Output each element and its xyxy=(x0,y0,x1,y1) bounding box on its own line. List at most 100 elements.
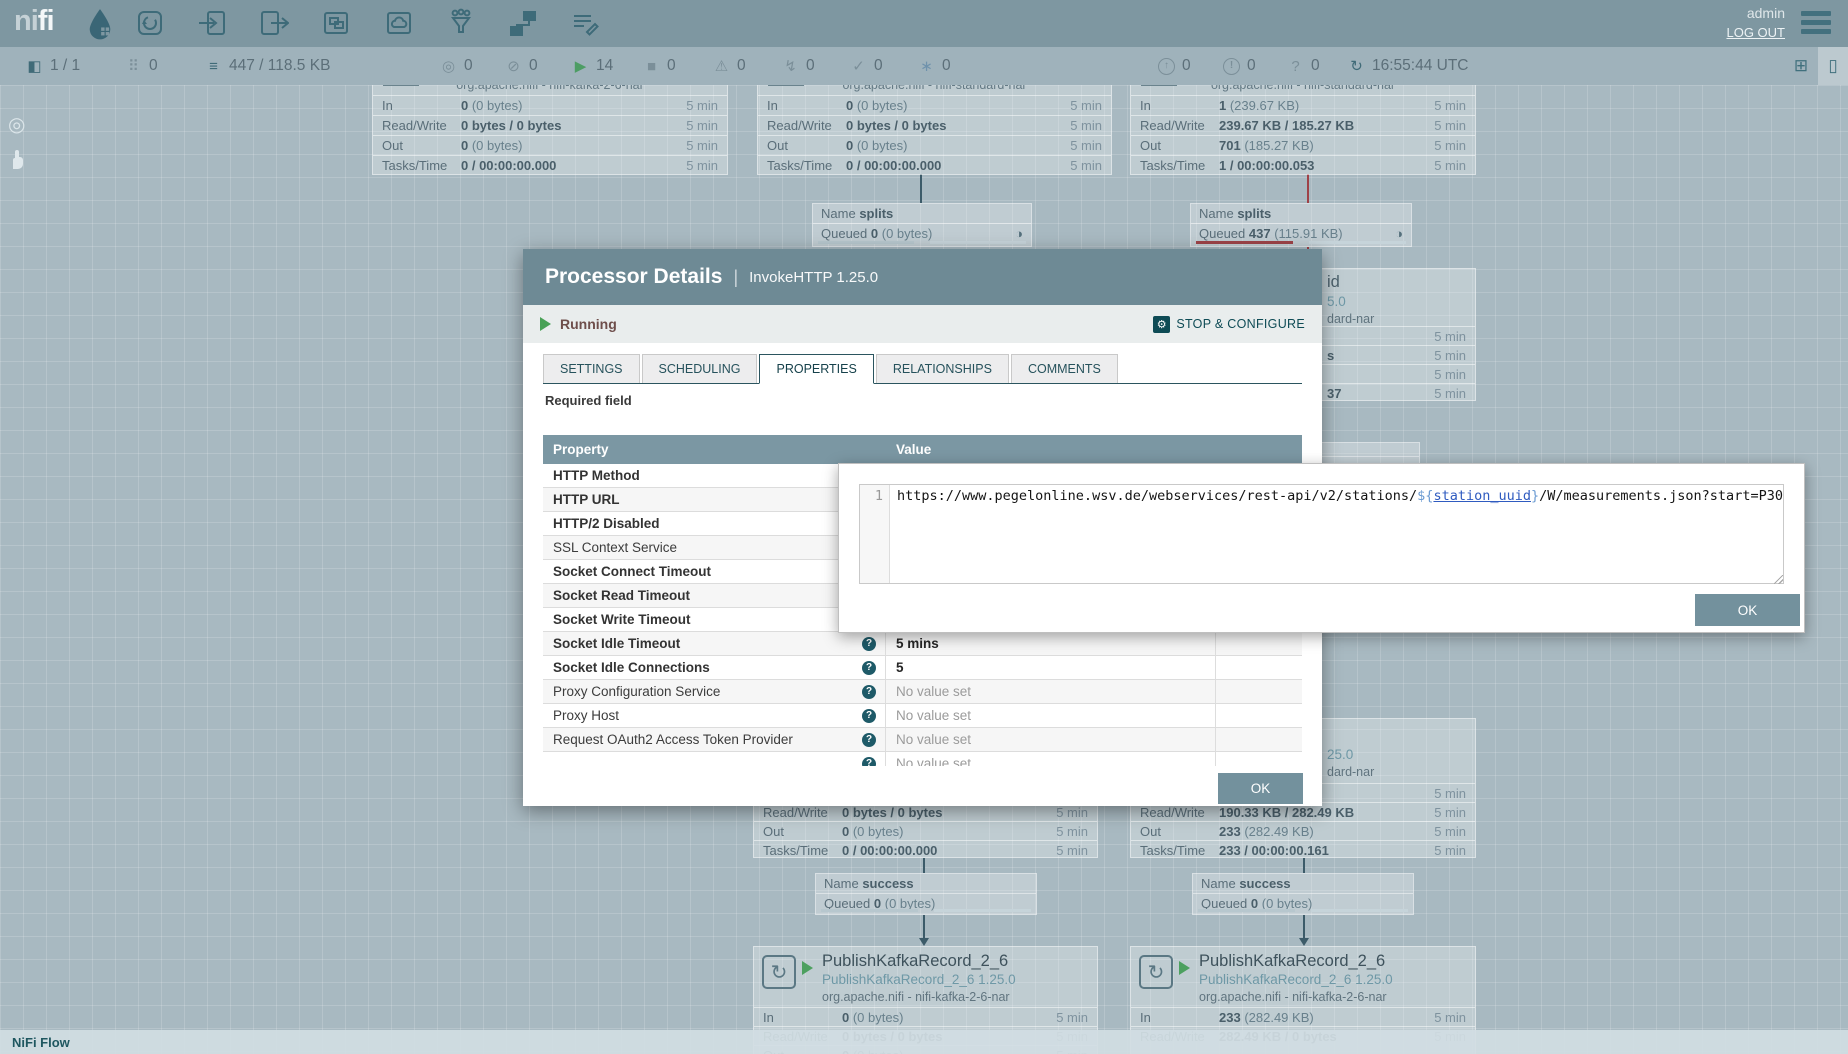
remote-process-group-icon[interactable] xyxy=(384,8,414,38)
queue-count-bar-full xyxy=(1196,241,1293,244)
current-user: admin xyxy=(1726,4,1785,23)
processor-type-icon: ↻ xyxy=(1139,955,1173,989)
processor-bundle: org.apache.nifi - nifi-kafka-2-6-nar xyxy=(1199,990,1387,1004)
last-refresh-time: 16:55:44 UTC xyxy=(1372,57,1469,75)
processor-stats-standard-1[interactable]: org.apache.nifi - nifi-standard-nar In0 … xyxy=(757,74,1112,175)
connection-label-success-left[interactable]: Name success Queued 0 (0 bytes) xyxy=(815,873,1037,915)
cluster-icon: ◧ xyxy=(26,57,43,75)
transmitting-icon: ◎ xyxy=(440,57,457,75)
help-icon[interactable]: ? xyxy=(862,757,876,767)
cluster-count: 1 / 1 xyxy=(50,57,80,75)
nifi-drop-icon xyxy=(86,8,114,45)
queue-count-bar xyxy=(821,909,918,912)
sync-failure-count: 0 xyxy=(1311,57,1320,75)
queue-percent-icon: ◑ xyxy=(1395,227,1403,240)
disabled-icon: ↯ xyxy=(782,57,799,75)
queue-size-bar xyxy=(930,241,1026,244)
help-icon[interactable]: ? xyxy=(862,637,876,651)
tab-relationships[interactable]: RELATIONSHIPS xyxy=(876,354,1009,383)
invalid-icon: ⚠ xyxy=(713,57,730,75)
output-port-icon[interactable] xyxy=(259,8,289,38)
connection-arrow xyxy=(919,938,929,946)
dialog-header: Processor Details | InvokeHTTP 1.25.0 xyxy=(523,249,1322,305)
queue-size-bar xyxy=(1311,909,1408,912)
dialog-title: Processor Details xyxy=(545,265,722,289)
help-icon[interactable]: ? xyxy=(862,709,876,723)
property-row-oauth2-provider[interactable]: Request OAuth2 Access Token Provider?No … xyxy=(543,728,1302,752)
queued-count: 447 / 118.5 KB xyxy=(229,57,330,75)
counters-count: 0 xyxy=(149,57,158,75)
funnel-icon[interactable] xyxy=(446,8,476,38)
resize-handle-icon[interactable] xyxy=(1774,575,1783,584)
processor-icon[interactable] xyxy=(135,8,165,38)
property-row-proxy-host[interactable]: Proxy Host?No value set xyxy=(543,704,1302,728)
running-status-icon xyxy=(540,317,551,331)
breadcrumb-root[interactable]: NiFi Flow xyxy=(12,1035,70,1050)
property-value-editor: 1 https://www.pegelonline.wsv.de/webserv… xyxy=(838,463,1805,633)
editor-ok-button[interactable]: OK xyxy=(1695,594,1800,626)
not-transmitting-count: 0 xyxy=(529,57,538,75)
dialog-tabs: SETTINGS SCHEDULING PROPERTIES RELATIONS… xyxy=(543,354,1302,384)
transmitting-count: 0 xyxy=(464,57,473,75)
process-group-icon[interactable] xyxy=(321,8,351,38)
pan-hand-icon[interactable] xyxy=(5,144,29,176)
property-row-proxy-config-service[interactable]: Proxy Configuration Service?No value set xyxy=(543,680,1302,704)
logout-link[interactable]: LOG OUT xyxy=(1726,23,1785,42)
label-icon[interactable] xyxy=(570,8,600,38)
locally-modified-stale-count: 0 xyxy=(1247,57,1256,75)
tab-settings[interactable]: SETTINGS xyxy=(543,354,640,383)
processor-stats-standard-2[interactable]: org.apache.nifi - nifi-standard-nar In1 … xyxy=(1130,74,1476,175)
processor-type: PublishKafkaRecord_2_6 1.25.0 xyxy=(822,972,1016,987)
refresh-icon[interactable]: ↻ xyxy=(1348,57,1365,75)
breadcrumb[interactable]: NiFi Flow xyxy=(0,1030,1848,1054)
tab-comments[interactable]: COMMENTS xyxy=(1011,354,1118,383)
flow-status-panel-icon[interactable]: ▯ xyxy=(1818,47,1848,85)
status-bar: ◧1 / 1 ⠿0 ≡447 / 118.5 KB ◎0 ⊘0 ▶14 ■0 ⚠… xyxy=(0,47,1848,85)
nifi-logo: nifi xyxy=(14,5,54,38)
help-icon[interactable]: ? xyxy=(862,733,876,747)
template-icon[interactable] xyxy=(508,8,538,38)
counters-icon: ⠿ xyxy=(125,57,142,75)
expression-parameter: station_uuid xyxy=(1433,488,1531,504)
queue-size-bar xyxy=(1309,241,1406,244)
help-icon[interactable]: ? xyxy=(862,661,876,675)
running-status-icon xyxy=(1179,961,1190,975)
disabled-count: 0 xyxy=(806,57,815,75)
connection-label-splits-437[interactable]: Name splits Queued 437 (115.91 KB)◑ xyxy=(1190,203,1412,247)
dialog-ok-button[interactable]: OK xyxy=(1218,773,1303,804)
global-menu-icon[interactable] xyxy=(1801,11,1831,35)
queue-size-bar xyxy=(934,909,1031,912)
value-editor-textarea[interactable]: 1 https://www.pegelonline.wsv.de/webserv… xyxy=(859,484,1784,584)
connection-arrow xyxy=(1299,938,1309,946)
processor-bundle: org.apache.nifi - nifi-kafka-2-6-nar xyxy=(822,990,1010,1004)
stale-icon: ↑ xyxy=(1158,58,1175,75)
app-header: nifi admin LOG OUT xyxy=(0,0,1848,47)
property-column-header: Property xyxy=(543,442,886,457)
up-to-date-icon: ✓ xyxy=(850,57,867,75)
expression-open-brace: ${ xyxy=(1417,488,1433,504)
birdseye-toggle-icon[interactable]: ⊞ xyxy=(1788,47,1814,85)
gear-icon: ⚙ xyxy=(1153,316,1170,333)
connection-label-success-right[interactable]: Name success Queued 0 (0 bytes) xyxy=(1192,873,1414,915)
processor-bundle-fragment: dard-nar xyxy=(1327,765,1374,779)
help-icon[interactable]: ? xyxy=(862,685,876,699)
locally-modified-stale-icon: ! xyxy=(1223,58,1240,75)
stopped-count: 0 xyxy=(667,57,676,75)
connection-label-splits-0[interactable]: Name splits Queued 0 (0 bytes)◑ xyxy=(812,203,1032,247)
processor-stats-kafka[interactable]: org.apache.nifi - nifi-kafka-2-6-nar In0… xyxy=(372,74,728,175)
input-port-icon[interactable] xyxy=(197,8,227,38)
navigate-palette-icon[interactable]: ◎ xyxy=(8,112,25,137)
queue-count-bar xyxy=(818,241,914,244)
title-separator: | xyxy=(733,267,738,288)
tab-properties[interactable]: PROPERTIES xyxy=(759,354,873,384)
http-url-value[interactable]: https://www.pegelonline.wsv.de/webservic… xyxy=(890,485,1783,583)
property-row-socket-idle-connections[interactable]: Socket Idle Connections?5 xyxy=(543,656,1302,680)
stopped-icon: ■ xyxy=(643,58,660,75)
tab-scheduling[interactable]: SCHEDULING xyxy=(642,354,758,383)
value-column-header: Value xyxy=(886,442,1302,457)
stop-and-configure-button[interactable]: ⚙ STOP & CONFIGURE xyxy=(1153,316,1305,333)
running-status-icon xyxy=(802,961,813,975)
property-row-clipped[interactable]: ?No value set xyxy=(543,752,1302,766)
property-row-socket-idle-timeout[interactable]: Socket Idle Timeout?5 mins xyxy=(543,632,1302,656)
locally-modified-icon: ∗ xyxy=(918,57,935,75)
